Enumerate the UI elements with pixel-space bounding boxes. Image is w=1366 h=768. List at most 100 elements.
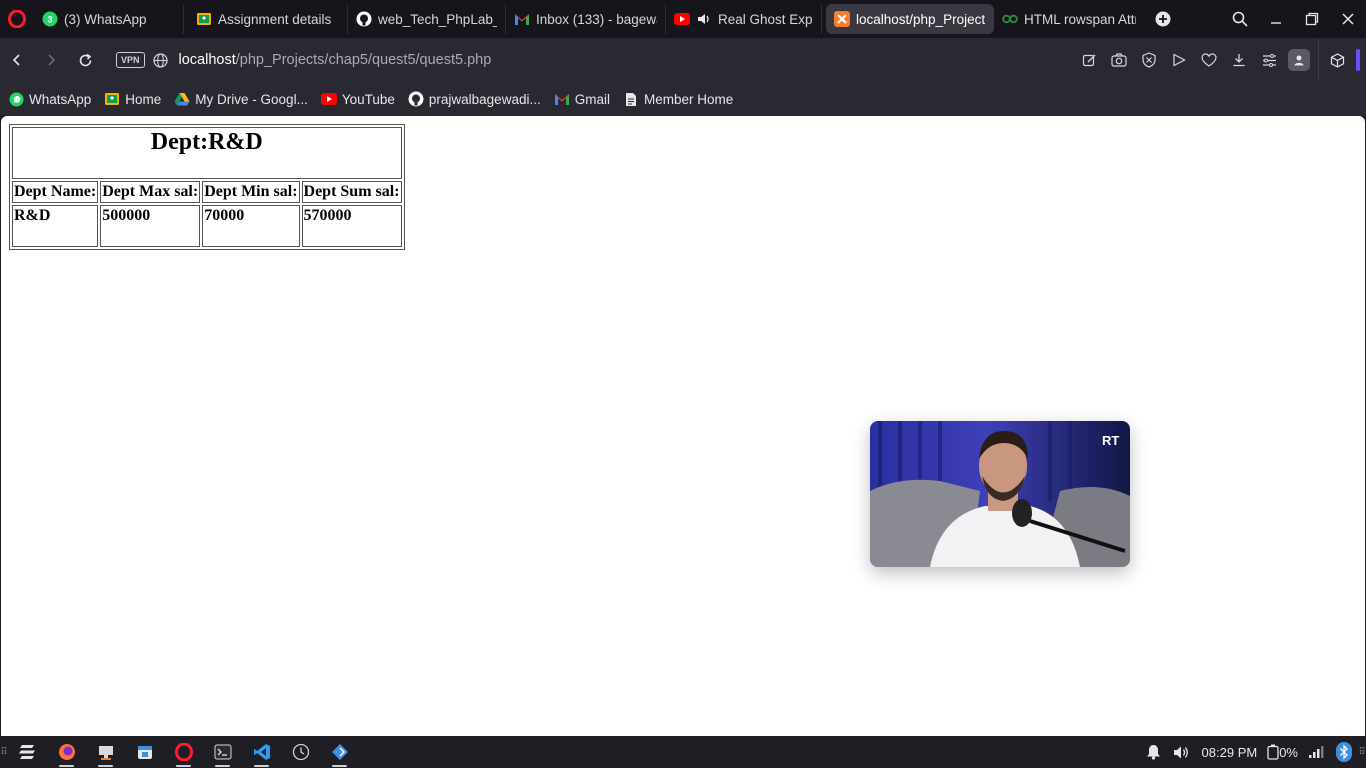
xampp-icon (834, 11, 850, 27)
settings-sliders-icon (1262, 53, 1276, 67)
taskbar-calendar[interactable] (125, 736, 164, 768)
table-cell: 70000 (202, 205, 300, 247)
zorin-menu-button[interactable] (8, 736, 47, 768)
clock-text[interactable]: 08:29 PM (1196, 745, 1264, 760)
tab-gmail[interactable]: Inbox (133) - bagewa (506, 4, 666, 34)
battery-status[interactable]: 0% (1263, 744, 1302, 760)
taskbar-clock-app[interactable] (281, 736, 320, 768)
tab-whatsapp[interactable]: 3 (3) WhatsApp (34, 4, 184, 34)
tab-youtube[interactable]: Real Ghost Exper (666, 4, 822, 34)
taskbar-opera[interactable] (164, 736, 203, 768)
youtube-icon (320, 91, 337, 107)
bookmark-youtube[interactable]: YouTube (320, 91, 395, 107)
adblock-button[interactable] (1134, 45, 1164, 75)
tab-label: Real Ghost Exper (718, 11, 813, 27)
restore-button[interactable] (1294, 0, 1330, 38)
close-window-button[interactable] (1330, 0, 1366, 38)
forward-button[interactable] (34, 38, 68, 82)
restore-icon (1305, 12, 1319, 26)
clock-icon (292, 743, 309, 761)
firefox-icon (58, 744, 75, 760)
youtube-icon (674, 11, 690, 27)
tab-label: web_Tech_PhpLab_S (378, 11, 497, 27)
back-button[interactable] (0, 38, 34, 82)
heart-icon (1201, 53, 1217, 67)
column-header: Dept Name: (12, 181, 99, 203)
column-header: Dept Min sal: (202, 181, 300, 203)
gmail-icon (554, 91, 570, 107)
url-field[interactable]: localhost/php_Projects/chap5/quest5/ques… (179, 52, 492, 68)
video-thumbnail: RT (870, 421, 1130, 567)
network-icon[interactable] (1302, 736, 1330, 768)
system-tray: 08:29 PM 0% ⠿ (1140, 736, 1366, 768)
taskbar: ⠿ 08:29 PM 0% ⠿ (0, 736, 1366, 768)
table-title: Dept:R&D (12, 127, 402, 179)
github-icon (408, 91, 424, 107)
new-tab-button[interactable] (1148, 4, 1178, 34)
bluetooth-icon[interactable] (1330, 736, 1358, 768)
bookmark-whatsapp[interactable]: WhatsApp (8, 91, 91, 107)
tab-label: localhost/php_Project (856, 11, 986, 27)
bookmark-member-home[interactable]: Member Home (623, 91, 733, 107)
page-viewport: Dept:R&D Dept Name: Dept Max sal: Dept M… (1, 116, 1365, 736)
tab-label: (3) WhatsApp (64, 11, 147, 27)
panel-grip-icon[interactable]: ⠿ (1358, 736, 1366, 768)
edit-button[interactable] (1074, 45, 1104, 75)
globe-icon[interactable] (153, 52, 169, 68)
back-arrow-icon (12, 54, 20, 66)
extensions-button[interactable] (1318, 38, 1356, 82)
bookmark-gmail[interactable]: Gmail (554, 91, 610, 107)
table-row: R&D 500000 70000 570000 (12, 205, 402, 247)
battery-icon (1267, 744, 1279, 760)
xampp-control-icon (98, 746, 113, 760)
opera-menu-icon[interactable] (0, 0, 34, 38)
shield-icon (1142, 52, 1156, 68)
taskbar-terminal[interactable] (203, 736, 242, 768)
bookmark-label: Home (125, 91, 162, 107)
bookmark-heart-button[interactable] (1194, 45, 1224, 75)
tab-github[interactable]: web_Tech_PhpLab_S (348, 4, 506, 34)
reload-icon (79, 53, 91, 66)
vscode-icon (253, 744, 270, 760)
notifications-icon[interactable] (1140, 736, 1168, 768)
volume-icon[interactable] (1168, 736, 1196, 768)
taskbar-vscode[interactable] (242, 736, 281, 768)
tab-geeksforgeeks[interactable]: HTML rowspan Attrib (994, 4, 1144, 34)
minimize-icon (1271, 22, 1281, 24)
taskbar-firefox[interactable] (47, 736, 86, 768)
profile-button[interactable] (1288, 49, 1310, 71)
address-bar: VPN localhost/php_Projects/chap5/quest5/… (0, 38, 1366, 82)
sidebar-accent-bar[interactable] (1356, 49, 1360, 71)
bookmark-home[interactable]: Home (104, 91, 161, 107)
bookmark-google-drive[interactable]: My Drive - Googl... (174, 91, 308, 107)
snapshot-button[interactable] (1104, 45, 1134, 75)
tab-localhost[interactable]: localhost/php_Project (826, 4, 994, 34)
taskbar-xampp[interactable] (86, 736, 125, 768)
bookmarks-bar: WhatsApp Home My Drive - Googl... YouTub… (0, 82, 1366, 116)
taskbar-app-launcher[interactable] (320, 736, 359, 768)
bookmark-label: Member Home (643, 91, 734, 107)
diamond-app-icon (331, 744, 348, 760)
tab-assignment-details[interactable]: Assignment details (188, 4, 348, 34)
dept-salary-table: Dept:R&D Dept Name: Dept Max sal: Dept M… (9, 124, 405, 250)
google-drive-icon (174, 91, 190, 107)
search-tabs-button[interactable] (1222, 0, 1258, 38)
downloads-button[interactable] (1224, 45, 1254, 75)
whatsapp-icon (8, 91, 24, 107)
bookmark-label: YouTube (341, 91, 395, 107)
send-button[interactable] (1164, 45, 1194, 75)
speaker-icon[interactable] (696, 11, 712, 27)
tab-label: HTML rowspan Attrib (1024, 11, 1136, 27)
picture-in-picture-video[interactable]: RT (870, 421, 1130, 567)
table-cell: 570000 (301, 205, 402, 247)
calendar-icon (137, 746, 152, 759)
bookmark-github[interactable]: prajwalbagewadi... (408, 91, 541, 107)
vpn-badge[interactable]: VPN (116, 52, 145, 68)
reload-button[interactable] (68, 38, 102, 82)
geeksforgeeks-icon (1002, 11, 1018, 27)
table-header-row: Dept Name: Dept Max sal: Dept Min sal: D… (12, 181, 402, 203)
panel-grip-icon[interactable]: ⠿ (0, 736, 8, 768)
classroom-icon (196, 11, 212, 27)
easy-setup-button[interactable] (1254, 45, 1284, 75)
minimize-button[interactable] (1258, 0, 1294, 38)
